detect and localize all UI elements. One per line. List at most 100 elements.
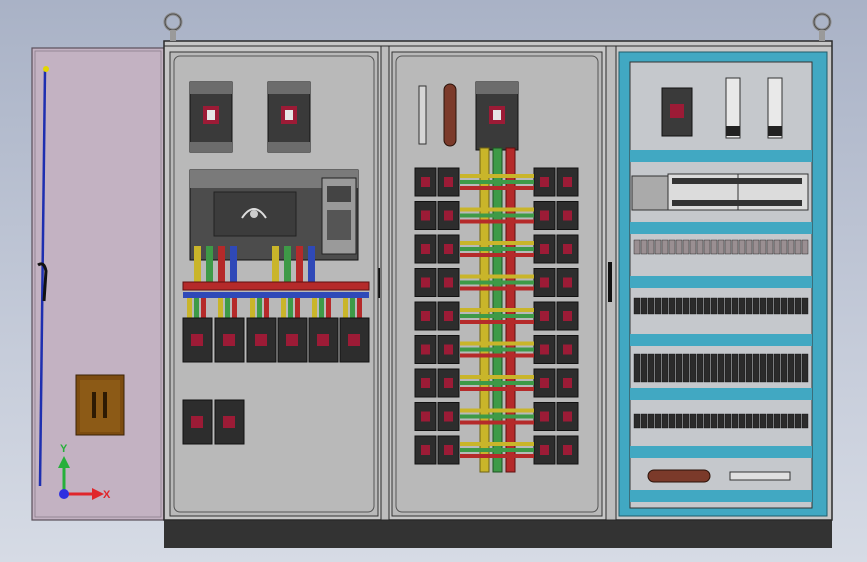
breaker-indicator	[563, 378, 572, 388]
branch-link	[460, 274, 534, 279]
breaker-indicator	[563, 445, 572, 455]
breaker-indicator	[421, 411, 430, 422]
terminal-row	[633, 297, 809, 315]
terminal-block	[731, 239, 739, 255]
terminal-block	[640, 239, 648, 255]
terminal-strip	[418, 85, 427, 145]
branch-link	[460, 347, 534, 352]
breaker-indicator	[540, 311, 549, 321]
open-door	[31, 47, 165, 521]
breaker-indicator	[444, 177, 453, 187]
terminal-block	[801, 297, 809, 315]
breaker-indicator	[563, 277, 572, 288]
breaker-indicator	[421, 378, 430, 388]
breaker-indicator	[421, 177, 430, 187]
terminal-block	[773, 297, 781, 315]
terminal-block	[682, 353, 690, 383]
breaker-indicator	[444, 244, 453, 254]
terminal-block	[668, 413, 676, 429]
breaker-indicator	[540, 411, 549, 422]
terminal-block	[633, 353, 641, 383]
terminal-block	[752, 239, 760, 255]
terminal-block	[682, 297, 690, 315]
terminal-block	[787, 239, 795, 255]
terminal-block	[738, 353, 746, 383]
terminal-block	[717, 297, 725, 315]
right-main-breaker	[661, 87, 693, 137]
terminal-block	[696, 413, 704, 429]
breaker-indicator	[540, 277, 549, 288]
plc-modules	[631, 173, 809, 211]
breaker-indicator	[540, 210, 549, 221]
x-axis-label: X	[103, 489, 111, 501]
terminal-block	[654, 297, 662, 315]
terminal-block	[724, 239, 732, 255]
terminal-block	[794, 239, 802, 255]
terminal-block	[731, 413, 739, 429]
branch-link	[460, 219, 534, 224]
terminal-block	[647, 353, 655, 383]
terminal-block	[724, 353, 732, 383]
terminal-block	[780, 239, 788, 255]
terminal-block	[780, 297, 788, 315]
terminal-block	[703, 297, 711, 315]
branch-link	[460, 414, 534, 419]
breaker-indicator	[444, 378, 453, 388]
terminal-block	[759, 239, 767, 255]
terminal-block	[731, 353, 739, 383]
terminal-block	[787, 413, 795, 429]
branch-link	[460, 186, 534, 190]
left-power-panel	[169, 51, 379, 517]
cabinet-base	[164, 520, 832, 548]
y-axis-label: Y	[60, 443, 68, 455]
terminal-row	[633, 353, 809, 383]
left-breaker-row	[182, 317, 370, 363]
terminal-block	[766, 239, 774, 255]
branch-link	[460, 253, 534, 257]
terminal-block	[766, 297, 774, 315]
terminal-block	[689, 353, 697, 383]
terminal-block	[724, 413, 732, 429]
terminal-block	[745, 413, 753, 429]
right-ground-bar	[647, 469, 711, 483]
terminal-block	[689, 239, 697, 255]
terminal-block	[759, 413, 767, 429]
branch-link	[460, 213, 534, 218]
terminal-block	[640, 297, 648, 315]
breaker-indicator	[540, 378, 549, 388]
terminal-block	[710, 239, 718, 255]
terminal-block	[717, 353, 725, 383]
main-breaker-1	[189, 81, 233, 153]
terminal-block	[766, 413, 774, 429]
middle-distribution-panel	[391, 51, 603, 517]
terminal-block	[717, 239, 725, 255]
breaker-indicator	[421, 445, 430, 455]
terminal-block	[766, 353, 774, 383]
terminal-row	[633, 413, 809, 429]
terminal-block	[710, 413, 718, 429]
terminal-block	[696, 353, 704, 383]
terminal-block	[661, 297, 669, 315]
terminal-block	[661, 353, 669, 383]
terminal-block	[787, 297, 795, 315]
branch-link	[460, 448, 534, 452]
breaker-indicator	[444, 311, 453, 321]
branch-link	[460, 375, 534, 379]
terminal-block	[661, 413, 669, 429]
right-plc-panel	[618, 51, 828, 517]
terminal-block	[801, 239, 809, 255]
terminal-block	[675, 413, 683, 429]
branch-link	[460, 408, 534, 413]
terminal-block	[689, 413, 697, 429]
breaker-indicator	[421, 244, 430, 254]
breaker-indicator	[444, 210, 453, 221]
middle-main-breaker	[475, 81, 519, 151]
terminal-block	[668, 239, 676, 255]
branch-link	[460, 353, 534, 358]
breaker-indicator	[563, 210, 572, 221]
breaker-indicator	[444, 411, 453, 422]
breaker-indicator	[421, 311, 430, 321]
terminal-block	[668, 297, 676, 315]
terminal-block	[773, 413, 781, 429]
terminal-block	[675, 353, 683, 383]
